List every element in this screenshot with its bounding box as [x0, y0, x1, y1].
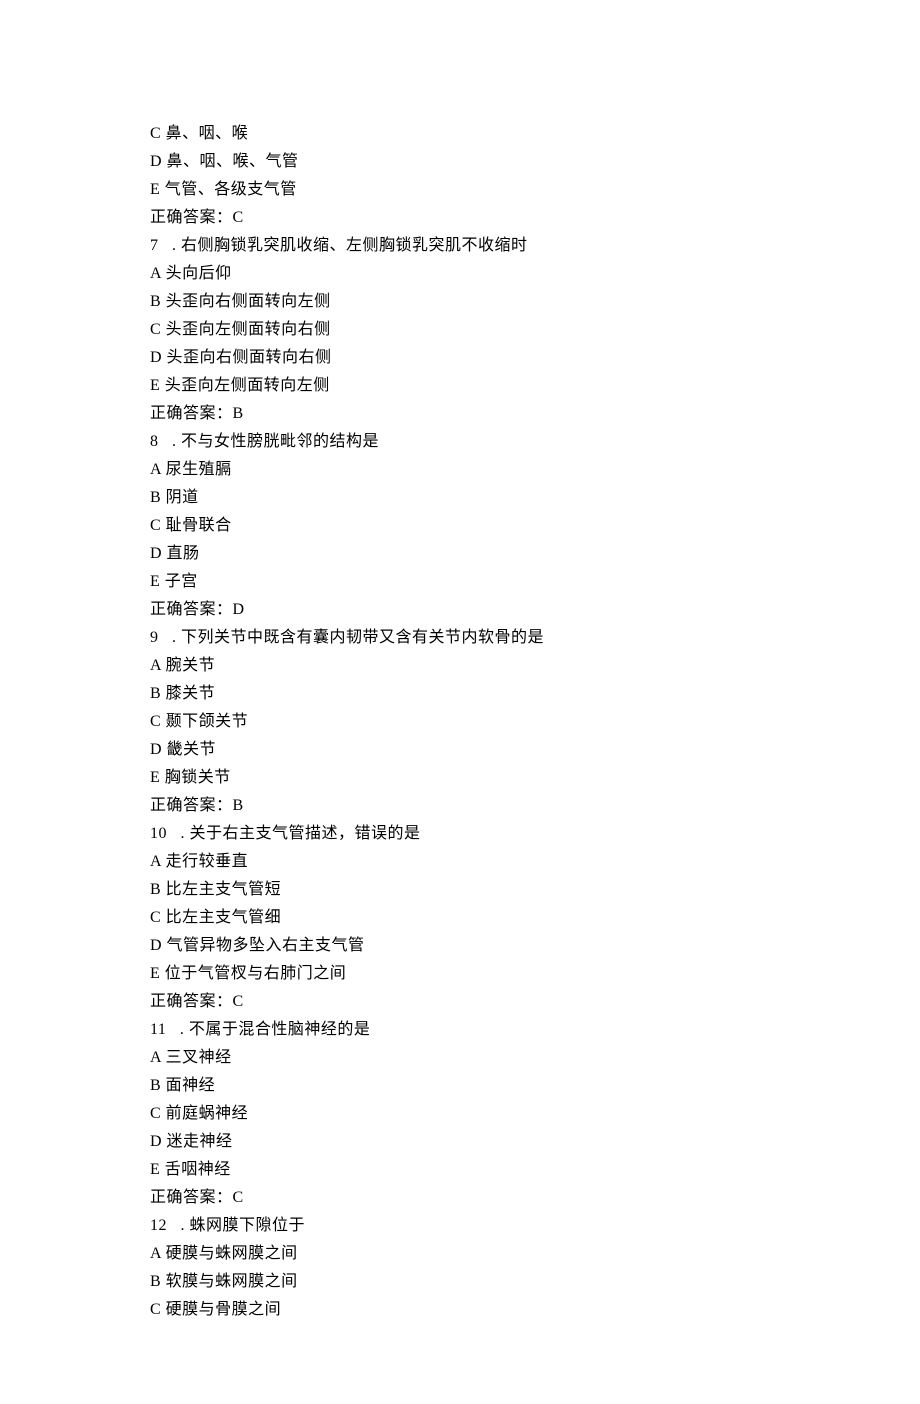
option-a: A 走行较垂直: [150, 848, 770, 876]
correct-answer: 正确答案：C: [150, 1184, 770, 1212]
option-b: B 面神经: [150, 1072, 770, 1100]
question-7: 7 . 右侧胸锁乳突肌收缩、左侧胸锁乳突肌不收缩时: [150, 232, 770, 260]
correct-answer: 正确答案：C: [150, 204, 770, 232]
document-page: C 鼻、咽、喉 D 鼻、咽、喉、气管 E 气管、各级支气管 正确答案：C 7 .…: [0, 0, 920, 1404]
option-d: D 直肠: [150, 540, 770, 568]
correct-answer: 正确答案：B: [150, 400, 770, 428]
option-b: B 软膜与蛛网膜之间: [150, 1268, 770, 1296]
option-d: D 鼻、咽、喉、气管: [150, 148, 770, 176]
option-e: E 子宫: [150, 568, 770, 596]
correct-answer: 正确答案：C: [150, 988, 770, 1016]
option-d: D 头歪向右侧面转向右侧: [150, 344, 770, 372]
correct-answer: 正确答案：D: [150, 596, 770, 624]
question-9: 9 . 下列关节中既含有囊内韧带又含有关节内软骨的是: [150, 624, 770, 652]
option-c: C 颞下颌关节: [150, 708, 770, 736]
option-e: E 位于气管杈与右肺门之间: [150, 960, 770, 988]
question-8: 8 . 不与女性膀胱毗邻的结构是: [150, 428, 770, 456]
option-b: B 膝关节: [150, 680, 770, 708]
option-d: D 畿关节: [150, 736, 770, 764]
option-c: C 硬膜与骨膜之间: [150, 1296, 770, 1324]
question-12: 12 . 蛛网膜下隙位于: [150, 1212, 770, 1240]
option-e: E 气管、各级支气管: [150, 176, 770, 204]
option-a: A 三叉神经: [150, 1044, 770, 1072]
option-d: D 迷走神经: [150, 1128, 770, 1156]
option-b: B 阴道: [150, 484, 770, 512]
option-a: A 尿生殖膈: [150, 456, 770, 484]
option-c: C 鼻、咽、喉: [150, 120, 770, 148]
option-a: A 腕关节: [150, 652, 770, 680]
option-b: B 头歪向右侧面转向左侧: [150, 288, 770, 316]
option-e: E 头歪向左侧面转向左侧: [150, 372, 770, 400]
option-d: D 气管异物多坠入右主支气管: [150, 932, 770, 960]
option-a: A 硬膜与蛛网膜之间: [150, 1240, 770, 1268]
option-e: E 舌咽神经: [150, 1156, 770, 1184]
option-c: C 比左主支气管细: [150, 904, 770, 932]
correct-answer: 正确答案：B: [150, 792, 770, 820]
option-b: B 比左主支气管短: [150, 876, 770, 904]
option-e: E 胸锁关节: [150, 764, 770, 792]
option-a: A 头向后仰: [150, 260, 770, 288]
question-10: 10 . 关于右主支气管描述，错误的是: [150, 820, 770, 848]
option-c: C 头歪向左侧面转向右侧: [150, 316, 770, 344]
option-c: C 耻骨联合: [150, 512, 770, 540]
option-c: C 前庭蜗神经: [150, 1100, 770, 1128]
question-11: 11 . 不属于混合性脑神经的是: [150, 1016, 770, 1044]
